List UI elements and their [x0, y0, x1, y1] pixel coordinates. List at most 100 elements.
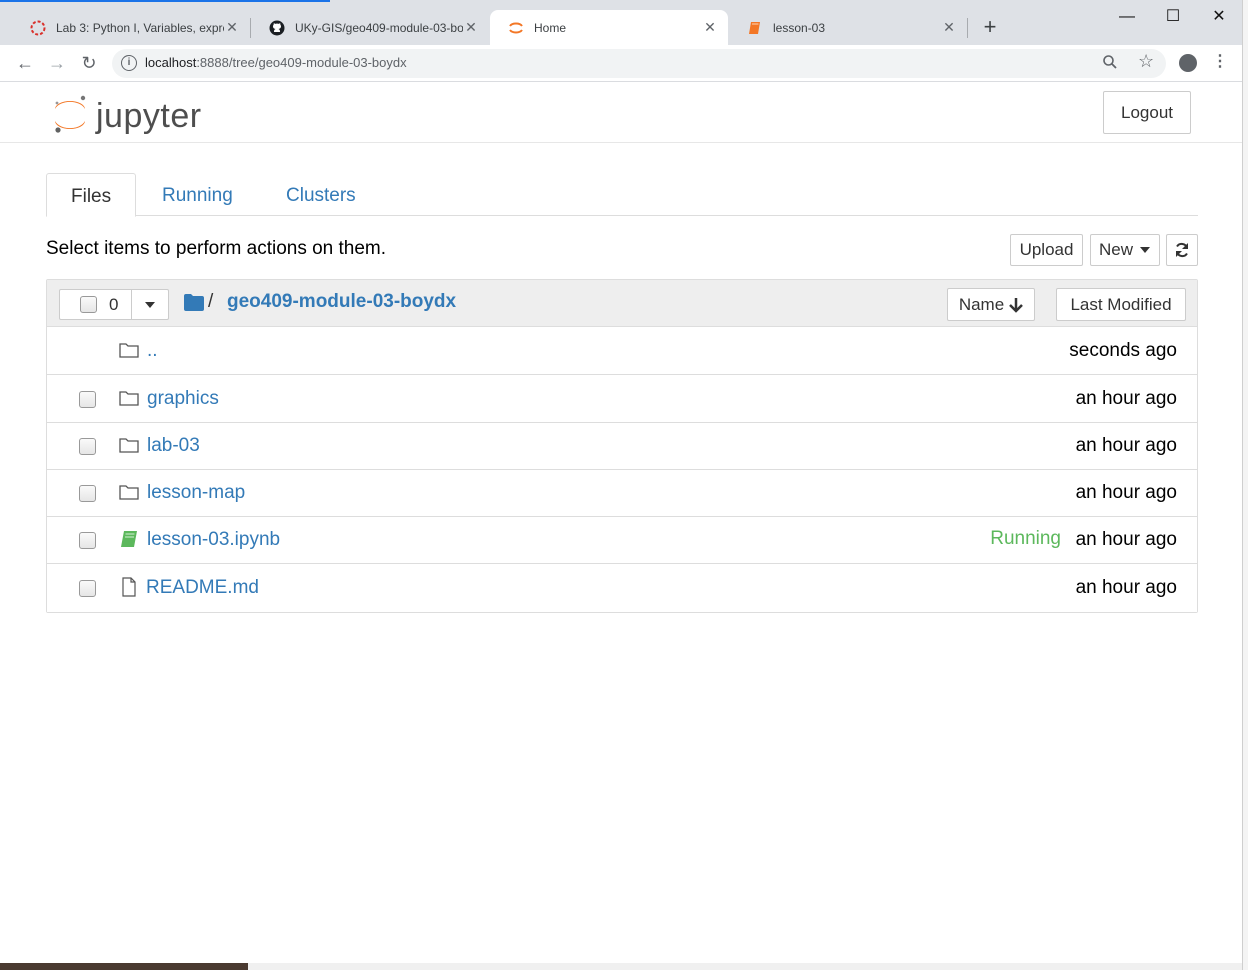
- arrow-down-icon: [1009, 297, 1024, 313]
- file-name-link[interactable]: README.md: [146, 577, 259, 599]
- window-edge: [1242, 0, 1248, 970]
- row-checkbox[interactable]: [79, 532, 96, 549]
- file-modified: an hour ago: [1075, 435, 1177, 456]
- zoom-magnifier-icon: [1103, 55, 1117, 69]
- close-icon[interactable]: ✕: [224, 19, 240, 36]
- selected-count: 0: [109, 294, 119, 314]
- new-label: New: [1098, 240, 1133, 259]
- file-name-link[interactable]: lab-03: [147, 435, 200, 457]
- file-modified: an hour ago: [1075, 577, 1177, 598]
- folder-icon: [119, 485, 139, 500]
- minimize-icon[interactable]: —: [1104, 6, 1150, 28]
- forward-arrow-icon[interactable]: →: [45, 51, 69, 75]
- folder-icon: [119, 391, 139, 406]
- url-path: :8888/tree/geo409-module-03-boydx: [196, 55, 407, 70]
- new-dropdown-button[interactable]: New: [1090, 234, 1160, 266]
- file-modified: an hour ago: [1075, 529, 1177, 550]
- sort-name-label: Name: [958, 294, 1005, 314]
- file-icon: [122, 577, 136, 597]
- loading-progress-line: [0, 0, 330, 2]
- list-item[interactable]: lesson-03.ipynb Running an hour ago: [47, 517, 1197, 564]
- info-icon[interactable]: i: [121, 55, 137, 71]
- browser-menu-icon[interactable]: ⋮: [1212, 51, 1228, 71]
- window-close-icon[interactable]: ✕: [1196, 6, 1242, 28]
- jupyter-header: jupyter Logout: [0, 82, 1242, 143]
- browser-tab-title: Home: [534, 20, 567, 35]
- maximize-icon[interactable]: ☐: [1150, 6, 1196, 28]
- browser-tab-lesson03[interactable]: lesson-03 ✕: [729, 10, 967, 45]
- file-modified: an hour ago: [1075, 388, 1177, 409]
- tab-files[interactable]: Files: [46, 173, 137, 217]
- file-list: 0 / geo409-module-03-boydx Name Last Mod…: [46, 279, 1198, 613]
- jupyter-icon: [509, 22, 523, 33]
- browser-tab-github[interactable]: UKy-GIS/geo409-module-03-boydx ✕: [251, 10, 489, 45]
- folder-solid-icon[interactable]: [184, 294, 204, 311]
- refresh-icon: [1176, 242, 1188, 258]
- browser-tab-home[interactable]: Home ✕: [490, 10, 728, 45]
- list-item[interactable]: graphics an hour ago: [47, 376, 1197, 423]
- browser-tab-strip: Lab 3: Python I, Variables, expressi ✕ U…: [0, 0, 1242, 45]
- jupyter-logo-text: jupyter: [96, 97, 202, 135]
- running-status: Running: [990, 528, 1061, 549]
- file-name-link[interactable]: graphics: [147, 388, 219, 410]
- caret-down-icon: [1140, 247, 1150, 253]
- file-list-header: 0 / geo409-module-03-boydx Name Last Mod…: [47, 280, 1197, 327]
- tab-separator: [967, 18, 968, 38]
- file-name-link[interactable]: lesson-map: [147, 482, 245, 504]
- breadcrumb-folder-link[interactable]: geo409-module-03-boydx: [227, 291, 456, 313]
- upload-button[interactable]: Upload: [1010, 234, 1083, 266]
- dashboard-tabs: Files Running Clusters: [46, 173, 1198, 217]
- row-checkbox[interactable]: [79, 438, 96, 455]
- notebook-icon: [749, 21, 760, 34]
- browser-toolbar: ← → ↻ i localhost:8888/tree/geo409-modul…: [0, 45, 1242, 82]
- tab-running[interactable]: Running: [138, 173, 257, 216]
- profile-avatar-icon[interactable]: [1179, 54, 1197, 72]
- desktop-background-strip: [0, 963, 248, 970]
- file-name-link[interactable]: ..: [147, 340, 158, 362]
- sort-by-last-modified-button[interactable]: Last Modified: [1056, 288, 1186, 321]
- tab-clusters[interactable]: Clusters: [262, 173, 380, 216]
- browser-tab-title: lesson-03: [773, 20, 826, 35]
- caret-down-icon: [145, 301, 155, 308]
- browser-tab-lab3[interactable]: Lab 3: Python I, Variables, expressi ✕: [12, 10, 250, 45]
- back-arrow-icon[interactable]: ←: [13, 51, 37, 75]
- jupyter-logo-icon: [55, 95, 86, 133]
- zoom-icon[interactable]: [1102, 54, 1118, 74]
- sort-modified-label: Last Modified: [1070, 294, 1172, 314]
- url-text[interactable]: localhost:8888/tree/geo409-module-03-boy…: [145, 55, 407, 70]
- list-item[interactable]: lesson-map an hour ago: [47, 470, 1197, 517]
- list-item[interactable]: .. seconds ago: [47, 328, 1197, 375]
- sort-by-name-button[interactable]: Name: [947, 288, 1035, 321]
- lab-icon: [30, 20, 46, 35]
- file-modified: an hour ago: [1075, 482, 1177, 503]
- file-name-link[interactable]: lesson-03.ipynb: [147, 529, 280, 551]
- file-modified: seconds ago: [1069, 340, 1177, 361]
- close-icon[interactable]: ✕: [941, 19, 957, 36]
- list-item[interactable]: README.md an hour ago: [47, 565, 1197, 612]
- select-all-checkbox[interactable]: [80, 296, 97, 313]
- notebook-icon: [121, 531, 137, 547]
- folder-icon: [119, 343, 139, 358]
- address-bar[interactable]: i localhost:8888/tree/geo409-module-03-b…: [112, 49, 1166, 78]
- reload-icon[interactable]: ↻: [77, 51, 101, 75]
- row-checkbox[interactable]: [79, 485, 96, 502]
- logout-button[interactable]: Logout: [1103, 91, 1191, 134]
- row-checkbox[interactable]: [79, 580, 96, 597]
- selection-dropdown-button[interactable]: [131, 289, 169, 320]
- folder-icon: [119, 438, 139, 453]
- browser-tab-title: Lab 3: Python I, Variables, expressi: [56, 20, 224, 35]
- github-icon: [269, 20, 285, 35]
- upload-label: Upload: [1019, 240, 1074, 259]
- bookmark-star-icon[interactable]: ☆: [1138, 51, 1154, 72]
- refresh-button[interactable]: [1166, 234, 1198, 266]
- close-icon[interactable]: ✕: [702, 19, 718, 36]
- browser-tab-title: UKy-GIS/geo409-module-03-boydx: [295, 20, 463, 35]
- close-icon[interactable]: ✕: [463, 19, 479, 36]
- row-checkbox[interactable]: [79, 391, 96, 408]
- url-host: localhost: [145, 55, 197, 70]
- new-tab-icon[interactable]: +: [978, 16, 1002, 38]
- selection-hint: Select items to perform actions on them.: [46, 238, 387, 259]
- list-item[interactable]: lab-03 an hour ago: [47, 423, 1197, 470]
- select-all-control[interactable]: 0: [59, 289, 132, 320]
- jupyter-logo[interactable]: jupyter: [52, 90, 227, 136]
